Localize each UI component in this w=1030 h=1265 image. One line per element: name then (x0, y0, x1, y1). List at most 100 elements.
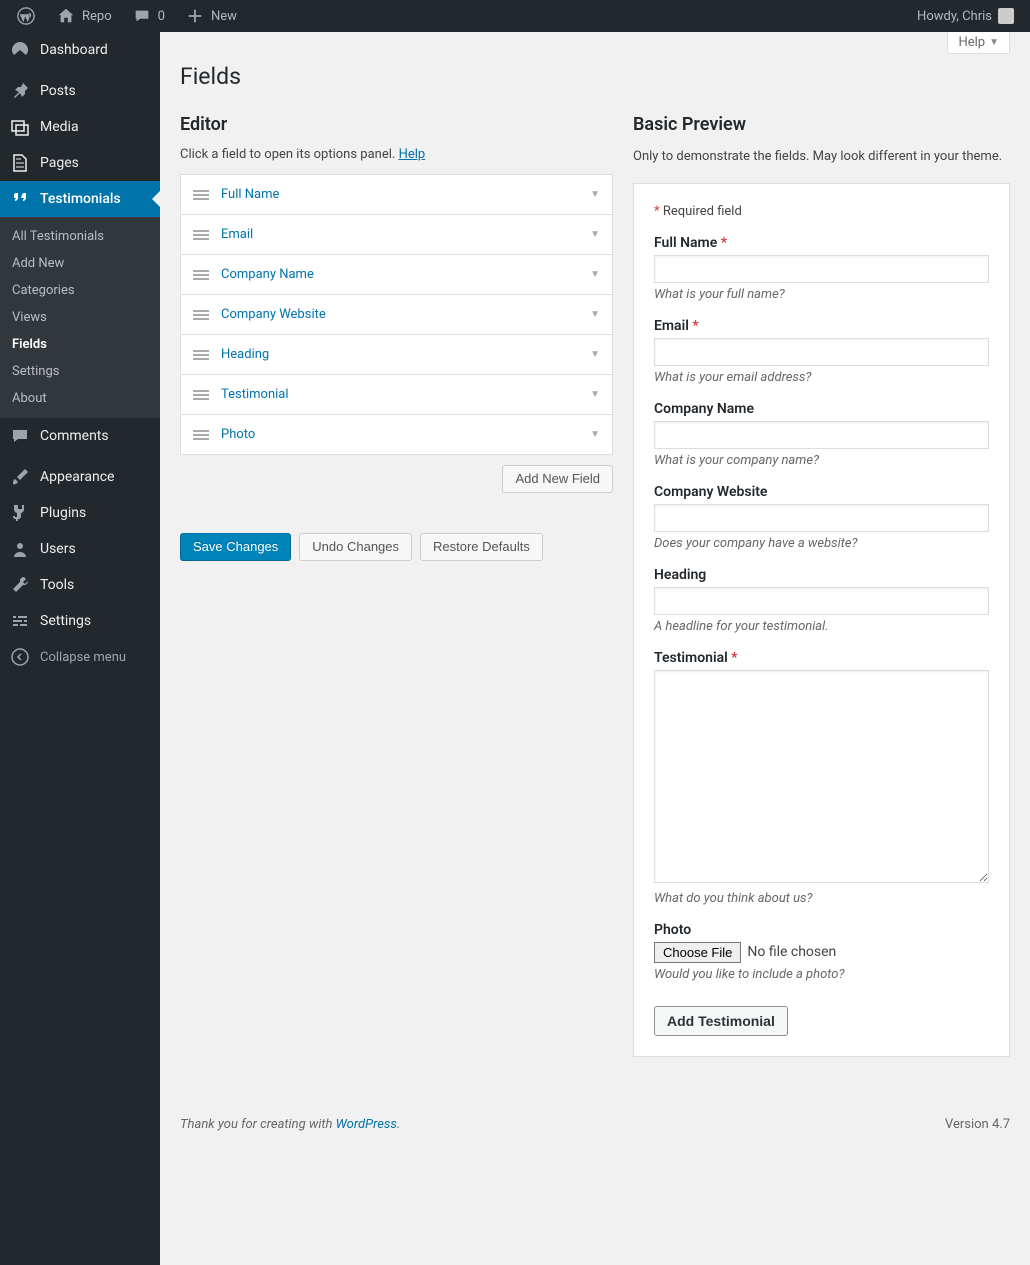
restore-button[interactable]: Restore Defaults (420, 533, 543, 561)
submenu-item-add-new[interactable]: Add New (0, 250, 160, 277)
sidebar-item-dashboard[interactable]: Dashboard (0, 32, 160, 68)
avatar (998, 8, 1014, 24)
comments-link[interactable]: 0 (124, 0, 173, 32)
sidebar-item-posts[interactable]: Posts (0, 73, 160, 109)
form-field: Testimonial *What do you think about us? (654, 650, 989, 906)
drag-handle-icon[interactable] (193, 190, 209, 200)
submenu-item-fields[interactable]: Fields (0, 331, 160, 358)
submenu-item-categories[interactable]: Categories (0, 277, 160, 304)
chevron-down-icon[interactable]: ▼ (590, 309, 600, 320)
asterisk-icon: * (654, 204, 660, 219)
site-link[interactable]: Repo (48, 0, 120, 32)
wordpress-icon (16, 6, 36, 26)
preview-title: Basic Preview (633, 114, 1010, 135)
sidebar-item-testimonials[interactable]: Testimonials (0, 181, 160, 217)
drag-handle-icon[interactable] (193, 350, 209, 360)
add-field-button[interactable]: Add New Field (502, 465, 613, 493)
heading-input[interactable] (654, 587, 989, 615)
sidebar-item-tools[interactable]: Tools (0, 567, 160, 603)
form-field: PhotoChoose FileNo file chosenWould you … (654, 922, 989, 982)
chevron-down-icon[interactable]: ▼ (590, 389, 600, 400)
collapse-icon (10, 647, 30, 667)
email-input[interactable] (654, 338, 989, 366)
drag-handle-icon[interactable] (193, 310, 209, 320)
editor-help: Click a field to open its options panel.… (180, 147, 613, 162)
field-row[interactable]: Testimonial ▼ (181, 375, 612, 415)
editor-help-link[interactable]: Help (399, 147, 426, 162)
field-label: Company Website (221, 307, 578, 322)
help-tab[interactable]: Help ▼ (947, 32, 1010, 54)
drag-handle-icon[interactable] (193, 430, 209, 440)
field-row[interactable]: Photo▼ (181, 415, 612, 455)
field-label: Company Name (221, 267, 578, 282)
company-name-input[interactable] (654, 421, 989, 449)
admin-bar: Repo 0 New Howdy, Chris (0, 0, 1030, 32)
required-note: * Required field (654, 204, 989, 219)
add-testimonial-button[interactable]: Add Testimonial (654, 1006, 788, 1036)
choose-file-button[interactable]: Choose File (654, 942, 741, 963)
form-field: Email *What is your email address? (654, 318, 989, 385)
submenu-item-views[interactable]: Views (0, 304, 160, 331)
field-hint: What is your full name? (654, 287, 989, 302)
submenu-item-settings[interactable]: Settings (0, 358, 160, 385)
form-field: Full Name *What is your full name? (654, 235, 989, 302)
field-hint: What do you think about us? (654, 891, 989, 906)
plug-icon (10, 503, 30, 523)
field-label: Full Name (221, 187, 578, 202)
full-name-input[interactable] (654, 255, 989, 283)
testimonial-input[interactable] (654, 670, 989, 883)
editor-column: Editor Click a field to open its options… (180, 114, 613, 1057)
company-website-input[interactable] (654, 504, 989, 532)
pin-icon (10, 81, 30, 101)
editor-title: Editor (180, 114, 613, 135)
undo-button[interactable]: Undo Changes (299, 533, 412, 561)
account-link[interactable]: Howdy, Chris (909, 0, 1022, 32)
chevron-down-icon[interactable]: ▼ (590, 229, 600, 240)
form-field: HeadingA headline for your testimonial. (654, 567, 989, 634)
new-link[interactable]: New (177, 0, 245, 32)
field-row[interactable]: Company Website ▼ (181, 295, 612, 335)
drag-handle-icon[interactable] (193, 230, 209, 240)
sidebar-item-appearance[interactable]: Appearance (0, 459, 160, 495)
field-hint: What is your company name? (654, 453, 989, 468)
asterisk-icon: * (692, 318, 698, 334)
submenu-item-all-testimonials[interactable]: All Testimonials (0, 223, 160, 250)
comments-count: 0 (158, 9, 165, 24)
drag-handle-icon[interactable] (193, 270, 209, 280)
sidebar-item-comments[interactable]: Comments (0, 418, 160, 454)
brush-icon (10, 467, 30, 487)
sidebar-submenu: All TestimonialsAdd NewCategoriesViewsFi… (0, 217, 160, 418)
chevron-down-icon[interactable]: ▼ (590, 269, 600, 280)
sidebar-item-plugins[interactable]: Plugins (0, 495, 160, 531)
save-button[interactable]: Save Changes (180, 533, 291, 561)
field-row[interactable]: Full Name ▼ (181, 175, 612, 215)
field-row[interactable]: Company Name ▼ (181, 255, 612, 295)
field-hint: What is your email address? (654, 370, 989, 385)
sidebar-item-settings[interactable]: Settings (0, 603, 160, 639)
howdy-text: Howdy, Chris (917, 9, 992, 24)
submenu-item-about[interactable]: About (0, 385, 160, 412)
wp-logo[interactable] (8, 0, 44, 32)
collapse-menu[interactable]: Collapse menu (0, 639, 160, 675)
footer-wp-link[interactable]: WordPress (336, 1117, 397, 1132)
field-label: Company Website (654, 484, 989, 500)
chevron-down-icon[interactable]: ▼ (590, 429, 600, 440)
field-list: Full Name▼Email▼Company Name▼Company Web… (180, 174, 613, 455)
media-icon (10, 117, 30, 137)
form-field: Company NameWhat is your company name? (654, 401, 989, 468)
sidebar-item-pages[interactable]: Pages (0, 145, 160, 181)
field-row[interactable]: Email ▼ (181, 215, 612, 255)
preview-column: Basic Preview Only to demonstrate the fi… (633, 114, 1010, 1057)
sidebar-item-media[interactable]: Media (0, 109, 160, 145)
field-label: Email (221, 227, 578, 242)
footer: Thank you for creating with WordPress. V… (160, 1097, 1030, 1152)
drag-handle-icon[interactable] (193, 390, 209, 400)
chevron-down-icon[interactable]: ▼ (590, 189, 600, 200)
preview-box: * Required field Full Name *What is your… (633, 183, 1010, 1057)
sidebar-item-users[interactable]: Users (0, 531, 160, 567)
field-label: Testimonial (221, 387, 578, 402)
asterisk-icon: * (721, 235, 727, 251)
field-row[interactable]: Heading▼ (181, 335, 612, 375)
field-hint: Does your company have a website? (654, 536, 989, 551)
chevron-down-icon[interactable]: ▼ (590, 349, 600, 360)
